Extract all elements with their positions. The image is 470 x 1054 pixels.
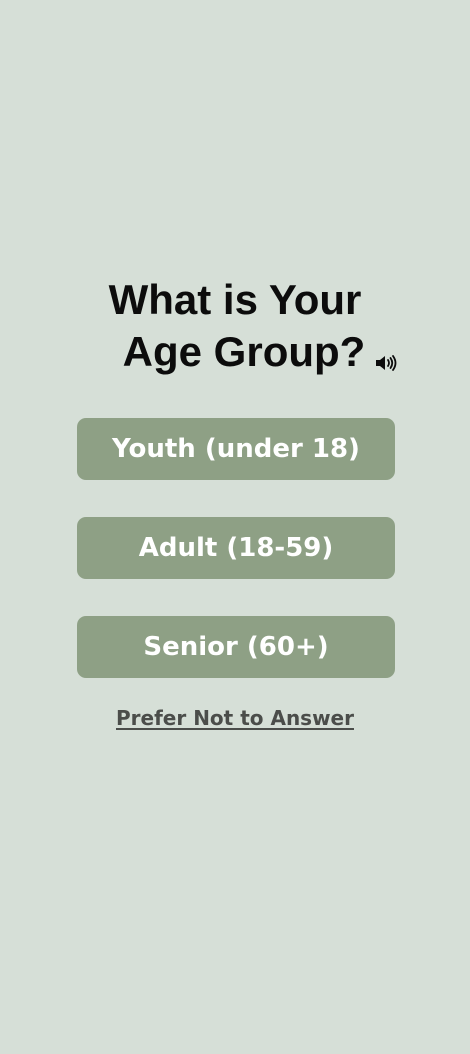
- option-adult-button[interactable]: Adult (18-59): [77, 517, 395, 579]
- option-senior-button[interactable]: Senior (60+): [77, 616, 395, 678]
- option-youth-label: Youth (under 18): [112, 434, 360, 464]
- option-youth-button[interactable]: Youth (under 18): [77, 418, 395, 480]
- age-options: Youth (under 18) Adult (18-59) Senior (6…: [77, 418, 395, 715]
- prefer-not-to-answer-link[interactable]: Prefer Not to Answer: [116, 706, 354, 730]
- option-adult-label: Adult (18-59): [138, 533, 334, 563]
- speaker-icon[interactable]: [375, 354, 397, 372]
- question-line-2: Age Group?: [122, 328, 366, 375]
- option-senior-label: Senior (60+): [143, 632, 329, 662]
- skip-container: Prefer Not to Answer: [0, 706, 470, 730]
- question-line-2-wrap: Age Group?: [122, 326, 397, 378]
- question-heading: What is Your Age Group?: [0, 274, 470, 378]
- question-line-1: What is Your: [108, 276, 362, 323]
- age-group-screen: { "question": { "line1": "What is Your",…: [0, 0, 470, 1054]
